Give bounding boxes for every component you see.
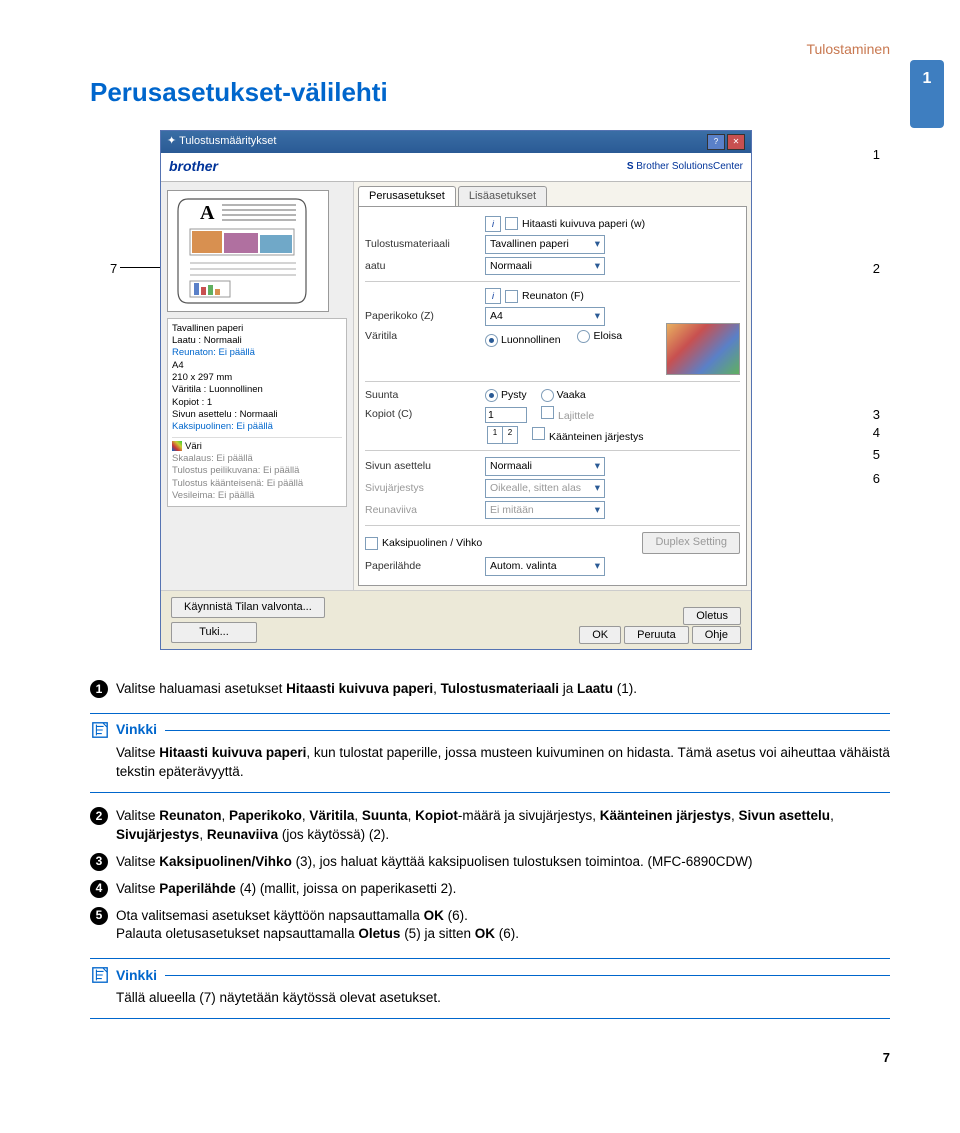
borderline-select[interactable]: Ei mitään [485, 501, 605, 520]
papersize-select[interactable]: A4 [485, 307, 605, 326]
copies-input[interactable] [485, 407, 527, 423]
quality-select[interactable]: Normaali [485, 257, 605, 276]
orient-landscape[interactable]: Vaaka [541, 388, 586, 403]
callout-7: 7 [110, 260, 117, 278]
preview-pane: A Tavallinen paperi Laatu : Normaali [161, 182, 353, 590]
step-number-2: 2 [90, 807, 108, 825]
brand-logo: brother [169, 157, 218, 177]
callout-1: 1 [873, 146, 880, 164]
pageorder-select[interactable]: Oikealle, sitten alas [485, 479, 605, 498]
note-2: Vinkki Tällä alueella (7) näytetään käyt… [90, 958, 890, 1019]
step-5: 5 Ota valitsemasi asetukset käyttöön nap… [90, 907, 890, 945]
tab-advanced[interactable]: Lisäasetukset [458, 186, 547, 206]
reverse-checkbox[interactable] [532, 427, 545, 440]
slow-dry-checkbox[interactable] [505, 217, 518, 230]
note-title: Vinkki [116, 720, 157, 740]
note-icon [90, 720, 110, 740]
callout-4: 4 [873, 424, 880, 442]
note-1: Vinkki Valitse Hitaasti kuivuva paperi, … [90, 713, 890, 793]
callout-5: 5 [873, 446, 880, 464]
tab-basic[interactable]: Perusasetukset [358, 186, 456, 206]
page-preview: A [167, 190, 329, 312]
source-select[interactable]: Autom. valinta [485, 557, 605, 576]
colormode-vivid[interactable]: Eloisa [577, 329, 622, 344]
chapter-badge: 1 [910, 60, 944, 128]
ok-button[interactable]: OK [579, 626, 621, 644]
window-buttons[interactable]: ?✕ [705, 134, 745, 150]
step-3: 3 Valitse Kaksipuolinen/Vihko (3), jos h… [90, 853, 890, 872]
step-number-1: 1 [90, 680, 108, 698]
media-select[interactable]: Tavallinen paperi [485, 235, 605, 254]
print-dialog: ✦ Tulostusmääritykset ?✕ brother S Broth… [160, 130, 752, 650]
solutions-link[interactable]: S Brother SolutionsCenter [627, 160, 743, 174]
callout-6: 6 [873, 470, 880, 488]
window-title: ✦ Tulostusmääritykset [167, 134, 276, 149]
titlebar: ✦ Tulostusmääritykset ?✕ [161, 131, 751, 153]
step-4: 4 Valitse Paperilähde (4) (mallit, joiss… [90, 880, 890, 899]
svg-text:A: A [200, 202, 215, 224]
note-icon [90, 965, 110, 985]
step-number-5: 5 [90, 907, 108, 925]
page-title: Perusasetukset-välilehti [90, 74, 890, 110]
note-title: Vinkki [116, 966, 157, 986]
basic-panel: iHitaasti kuivuva paperi (w) Tulostusmat… [358, 206, 747, 586]
default-button[interactable]: Oletus [683, 607, 741, 625]
support-button[interactable]: Tuki... [171, 622, 257, 643]
orient-portrait[interactable]: Pysty [485, 388, 527, 403]
layout-select[interactable]: Normaali [485, 457, 605, 476]
colormode-natural[interactable]: Luonnollinen [485, 333, 561, 348]
duplex-checkbox[interactable] [365, 537, 378, 550]
step-2: 2 Valitse Reunaton, Paperikoko, Väritila… [90, 807, 890, 845]
settings-summary-box: Tavallinen paperi Laatu : Normaali Reuna… [167, 318, 347, 508]
status-monitor-button[interactable]: Käynnistä Tilan valvonta... [171, 597, 325, 618]
borderless-checkbox[interactable] [505, 290, 518, 303]
color-preview [666, 323, 740, 375]
help-button[interactable]: Ohje [692, 626, 741, 644]
callout-2: 2 [873, 260, 880, 278]
step-1: 1 Valitse haluamasi asetukset Hitaasti k… [90, 680, 890, 699]
cancel-button[interactable]: Peruuta [624, 626, 689, 644]
page-number: 7 [90, 1049, 890, 1067]
callout-3: 3 [873, 406, 880, 424]
duplex-settings-button[interactable]: Duplex Setting [642, 532, 740, 553]
figure: 7 1 2 3 4 5 6 ✦ Tulostusmääritykset ?✕ b… [90, 130, 890, 650]
section-header: Tulostaminen [90, 40, 890, 60]
step-number-3: 3 [90, 853, 108, 871]
step-number-4: 4 [90, 880, 108, 898]
